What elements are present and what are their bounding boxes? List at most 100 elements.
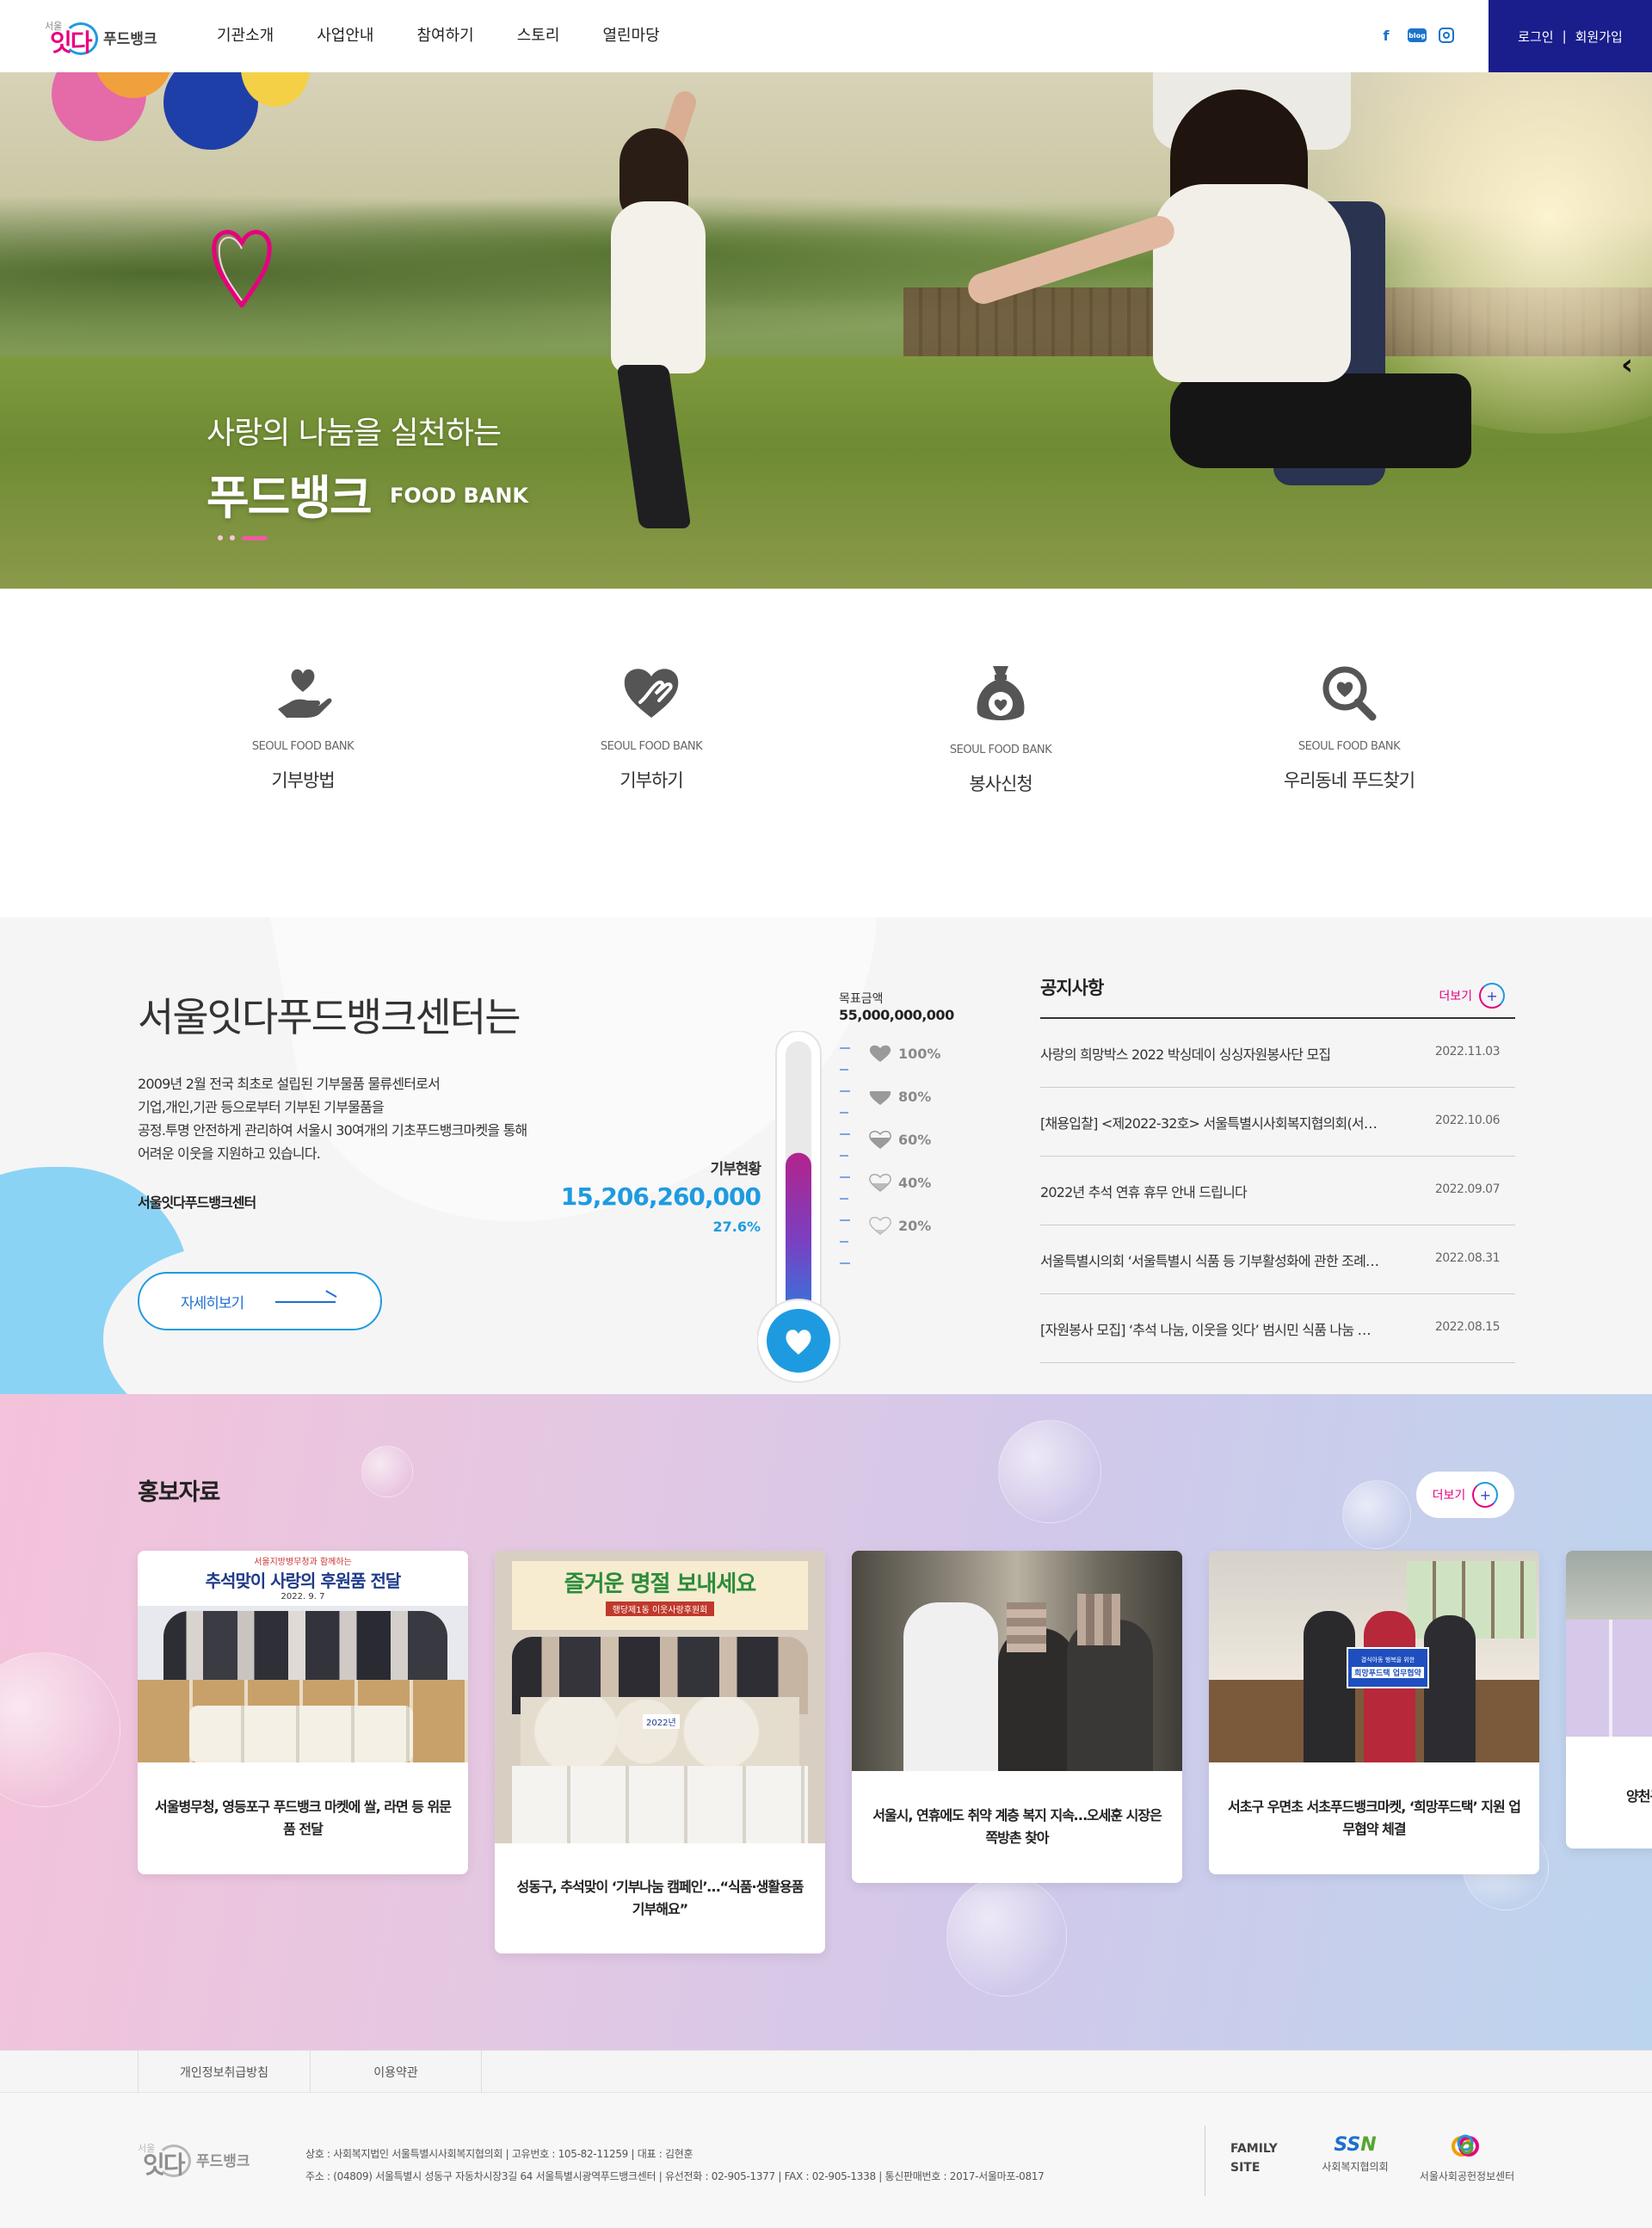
logo-big-text: 잇다 <box>143 2151 186 2179</box>
notice-row[interactable]: [채용입찰] <제2022-32호> 서울특별시사회복지협의회(서울특별시광역푸… <box>1040 1088 1515 1157</box>
promo-card[interactable]: 즐거운 명절 보내세요 행당제1동 이웃사랑후원회 2022년 성동구, 추석맞… <box>495 1551 825 1953</box>
quick-item-volunteer[interactable]: SEOUL FOOD BANK 봉사신청 <box>889 663 1113 796</box>
photo-sign: 결식아동 행복을 위한 희망푸드택 업무협약 <box>1347 1647 1429 1688</box>
footer-info-line: 상호 : 사회복지법인 서울특별시사회복지협의회 | 고유번호 : 105-82… <box>305 2148 693 2160</box>
donation-percent: 27.6% <box>712 1219 761 1235</box>
promo-card-caption[interactable]: 서울시, 연휴에도 취약 계층 복지 지속…오세훈 시장은 쪽방촌 찾아 <box>852 1771 1182 1883</box>
instagram-icon[interactable] <box>1439 28 1454 43</box>
notice-more-label: 더보기 <box>1439 990 1472 1003</box>
heart-outline-icon <box>212 230 272 308</box>
scale-label: 80% <box>898 1088 932 1105</box>
decor-bubble <box>1342 1480 1411 1549</box>
join-link[interactable]: 회원가입 <box>1575 28 1623 46</box>
goal-amount: 55,000,000,000 <box>839 1007 954 1023</box>
nav-item-participate[interactable]: 참여하기 <box>417 23 474 46</box>
decor-bubble <box>361 1446 413 1497</box>
family-site-label-text: 사회복지협의회 <box>1322 2161 1389 2173</box>
photo-banner: 서울지방병무청과 함께하는 추석맞이 사랑의 후원품 전달 2022. 9. 7 <box>138 1551 468 1606</box>
chevron-left-icon[interactable]: ‹ <box>1621 348 1633 382</box>
promo-card[interactable]: 서울지방병무청과 함께하는 추석맞이 사랑의 후원품 전달 2022. 9. 7… <box>138 1551 468 1874</box>
decor-bubble <box>0 1652 120 1807</box>
scale-20: 20% <box>869 1216 931 1235</box>
photo-boxes <box>1566 1620 1652 1737</box>
plus-icon: + <box>1479 983 1505 1009</box>
member-bar: 로그인 | 회원가입 <box>1489 0 1652 72</box>
scale-label: 20% <box>898 1217 932 1234</box>
donation-amount: 15,206,260,000 <box>560 1182 761 1211</box>
nav-item-about[interactable]: 기관소개 <box>217 23 274 46</box>
promo-section: 홍보자료 더보기 + 서울지방병무청과 함께하는 추석맞이 사랑의 후원품 전달… <box>0 1394 1652 2050</box>
notice-board: 공지사항 더보기 + 사랑의 희망박스 2022 박싱데이 싱싱자원봉사단 모집… <box>1040 969 1515 1363</box>
logo-mark: 서울 잇다 <box>45 19 98 57</box>
notice-row-date: 2022.10.06 <box>1434 1114 1501 1127</box>
promo-card[interactable]: 서울시, 연휴에도 취약 계층 복지 지속…오세훈 시장은 쪽방촌 찾아 <box>852 1551 1182 1883</box>
notice-more-button[interactable]: 더보기 + <box>1439 983 1505 1009</box>
banner-text: 즐거운 명절 보내세요 <box>564 1571 756 1597</box>
photo-rice-bags <box>189 1706 413 1762</box>
quick-item-find-foodbank[interactable]: SEOUL FOOD BANK 우리동네 푸드찾기 <box>1237 663 1461 793</box>
intro-more-button[interactable]: 자세히보기 <box>138 1272 382 1330</box>
scale-80: 80% <box>869 1087 931 1106</box>
rings-logo-icon <box>1452 2134 1479 2157</box>
promo-more-button[interactable]: 더보기 + <box>1416 1472 1514 1518</box>
promo-card-caption[interactable]: 서울병무청, 영등포구 푸드뱅크 마켓에 쌀, 라면 등 위문품 전달 <box>138 1762 468 1874</box>
nav-item-story[interactable]: 스토리 <box>517 23 560 46</box>
promo-title: 홍보자료 <box>138 1479 220 1506</box>
blog-icon[interactable]: blog <box>1408 28 1427 42</box>
photo-rice-pile <box>521 1697 799 1766</box>
notice-row[interactable]: 사랑의 희망박스 2022 박싱데이 싱싱자원봉사단 모집 2022.11.03 <box>1040 1019 1515 1088</box>
promo-card-caption[interactable]: 성동구, 추석맞이 ‘기부나눔 캠페인’…“식품·생활용품 기부해요” <box>495 1843 825 1953</box>
decor-bubble <box>998 1420 1101 1523</box>
quick-item-donate[interactable]: SEOUL FOOD BANK 기부하기 <box>539 663 763 793</box>
intro-signature: 서울잇다푸드뱅크센터 <box>138 1194 256 1211</box>
family-site-label-text: 서울사회공헌정보센터 <box>1419 2170 1515 2182</box>
promo-card-caption[interactable]: 양천구 <box>1566 1737 1652 1848</box>
nav-item-business[interactable]: 사업안내 <box>317 23 373 46</box>
privacy-policy-link[interactable]: 개인정보취급방침 <box>138 2051 310 2094</box>
ssn-logo-icon: SSN <box>1321 2134 1390 2156</box>
hero-dot-3-active[interactable] <box>242 535 268 540</box>
heart-icon <box>869 1087 891 1105</box>
terms-link[interactable]: 이용약관 <box>310 2051 482 2094</box>
notice-row-title[interactable]: 2022년 추석 연휴 휴무 안내 드립니다 <box>1040 1181 1380 1201</box>
notice-row[interactable]: 서울특별시의회 ‘서울특별시 식품 등 기부활성화에 관한 조례’ 일부개정 안… <box>1040 1225 1515 1294</box>
notice-row-date: 2022.08.15 <box>1434 1320 1501 1334</box>
family-site-line: SITE <box>1230 2161 1261 2175</box>
logo-mark: 서울 잇다 <box>138 2141 191 2179</box>
quick-item-label: 기부하기 <box>620 770 683 791</box>
promo-card-caption[interactable]: 서초구 우면초 서초푸드뱅크마켓, ‘희망푸드택’ 지원 업무협약 체결 <box>1209 1762 1539 1874</box>
donation-status-label: 기부현황 <box>710 1161 761 1178</box>
photo-blur-face <box>1007 1602 1046 1652</box>
quick-item-donate-method[interactable]: SEOUL FOOD BANK 기부방법 <box>191 663 415 793</box>
banner-date: 2022. 9. 7 <box>280 1592 325 1602</box>
quick-item-en-label: SEOUL FOOD BANK <box>600 740 703 753</box>
footer-company-info: 상호 : 사회복지법인 서울특별시사회복지협의회 | 고유번호 : 105-82… <box>305 2143 1045 2188</box>
notice-row-title[interactable]: [채용입찰] <제2022-32호> 서울특별시사회복지협의회(서울특별시광역푸… <box>1040 1112 1380 1133</box>
logo-text: 푸드뱅크 <box>103 30 157 48</box>
notice-row[interactable]: 2022년 추석 연휴 휴무 안내 드립니다 2022.09.07 <box>1040 1157 1515 1225</box>
promo-card-image <box>1566 1551 1652 1737</box>
photo-person-dark <box>1424 1615 1476 1762</box>
scale-60: 60% <box>869 1130 931 1149</box>
banner-small-text: 서울지방병무청과 함께하는 <box>254 1558 352 1567</box>
promo-card[interactable]: 결식아동 행복을 위한 희망푸드택 업무협약 서초구 우면초 서초푸드뱅크마켓,… <box>1209 1551 1539 1874</box>
family-site-seoul[interactable]: 서울사회공헌정보센터 <box>1411 2132 1523 2183</box>
promo-card[interactable]: 양천구 <box>1566 1551 1652 1848</box>
login-link[interactable]: 로그인 <box>1518 28 1553 46</box>
quick-item-en-label: SEOUL FOOD BANK <box>251 740 354 753</box>
hero-dot-1[interactable] <box>218 535 223 540</box>
hero-dot-2[interactable] <box>230 535 235 540</box>
notice-row-title[interactable]: 사랑의 희망박스 2022 박싱데이 싱싱자원봉사단 모집 <box>1040 1043 1380 1064</box>
nav-item-open-board[interactable]: 열린마당 <box>602 23 659 46</box>
notice-row[interactable]: [자원봉사 모집] ‘추석 나눔, 이웃을 잇다’ 범시민 식품 나눔 캠페인 … <box>1040 1294 1515 1363</box>
thermo-ticks <box>840 1047 850 1264</box>
site-footer: 서울 잇다 푸드뱅크 상호 : 사회복지법인 서울특별시사회복지협의회 | 고유… <box>0 2093 1652 2228</box>
family-site-label: FAMILY SITE <box>1230 2139 1278 2177</box>
facebook-icon[interactable]: f <box>1377 26 1396 45</box>
donation-thermometer <box>757 1031 850 1383</box>
notice-row-title[interactable]: [자원봉사 모집] ‘추석 나눔, 이웃을 잇다’ 범시민 식품 나눔 캠페인 … <box>1040 1318 1380 1339</box>
family-site-ssn[interactable]: SSN 사회복지협의회 <box>1321 2134 1390 2174</box>
site-logo[interactable]: 서울 잇다 푸드뱅크 <box>45 19 157 57</box>
notice-row-title[interactable]: 서울특별시의회 ‘서울특별시 식품 등 기부활성화에 관한 조례’ 일부개정 안… <box>1040 1250 1380 1270</box>
footer-logo[interactable]: 서울 잇다 푸드뱅크 <box>138 2141 250 2179</box>
